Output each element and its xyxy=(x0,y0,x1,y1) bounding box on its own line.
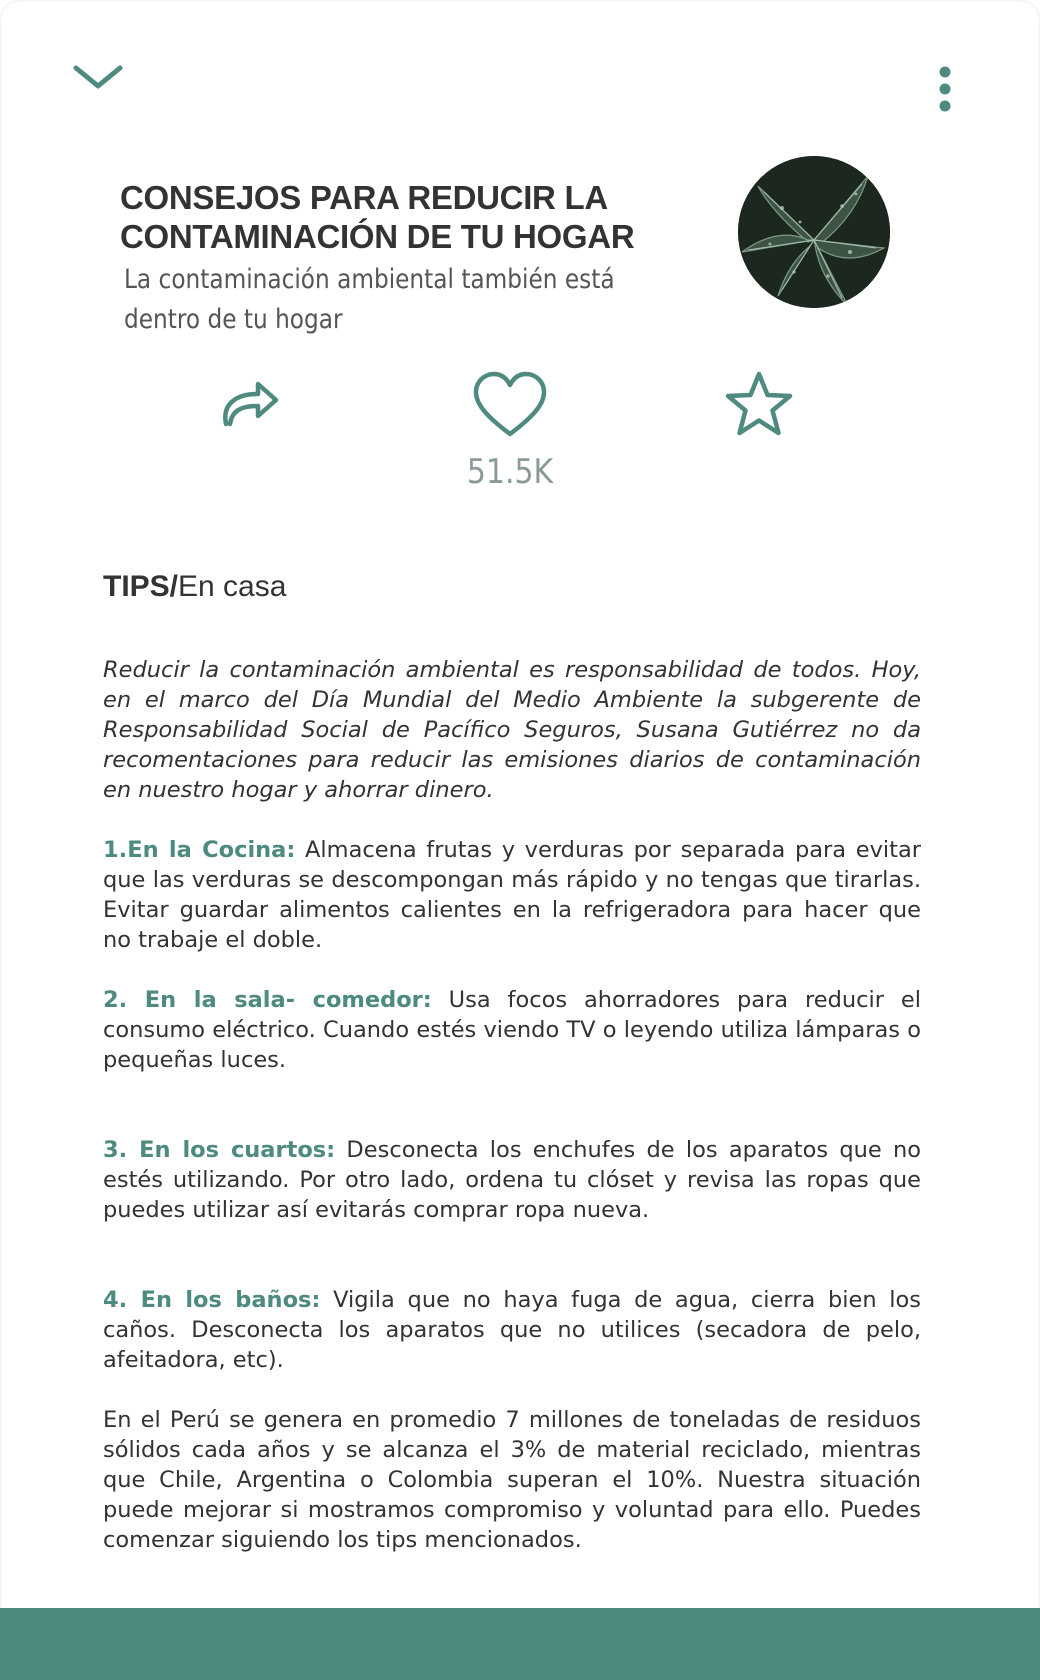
tip-paragraph: 4. En los baños: Vigila que no haya fuga… xyxy=(103,1285,921,1375)
likes-count: 51.5K xyxy=(466,452,554,492)
article-intro: Reducir la contaminación ambiental es re… xyxy=(103,657,921,803)
section-category: TIPS/ xyxy=(103,570,179,603)
tip-label: 2. En la sala- comedor: xyxy=(103,987,432,1013)
article-title: CONSEJOS PARA REDUCIR LA CONTAMINACIÓN D… xyxy=(120,178,680,256)
chevron-down-icon[interactable] xyxy=(70,58,126,98)
article-thumbnail xyxy=(738,156,890,308)
star-icon[interactable] xyxy=(724,370,794,438)
bottom-bar xyxy=(0,1608,1040,1680)
article-closing: En el Perú se genera en promedio 7 millo… xyxy=(103,1407,921,1553)
article-subtitle: La contaminación ambiental también está … xyxy=(124,264,615,335)
tip-paragraph: 2. En la sala- comedor: Usa focos ahorra… xyxy=(103,985,921,1075)
article-card: CONSEJOS PARA REDUCIR LA CONTAMINACIÓN D… xyxy=(0,0,1040,1680)
tip-paragraph: 1.En la Cocina: Almacena frutas y verdur… xyxy=(103,835,921,955)
title-line-1: CONSEJOS PARA REDUCIR LA xyxy=(120,179,608,216)
article-body: Reducir la contaminación ambiental es re… xyxy=(103,655,921,1555)
section-heading: TIPS/En casa xyxy=(103,570,286,604)
action-bar: 51.5K xyxy=(0,370,1040,510)
top-bar xyxy=(0,0,1040,150)
tip-label: 1.En la Cocina: xyxy=(103,837,296,863)
section-subcategory: En casa xyxy=(178,570,287,603)
more-vertical-icon[interactable] xyxy=(930,62,960,122)
tip-paragraph: 3. En los cuartos: Desconecta los enchuf… xyxy=(103,1135,921,1225)
share-icon[interactable] xyxy=(218,376,282,432)
article-header: CONSEJOS PARA REDUCIR LA CONTAMINACIÓN D… xyxy=(120,178,680,340)
tip-label: 4. En los baños: xyxy=(103,1287,321,1313)
title-line-2: CONTAMINACIÓN DE TU HOGAR xyxy=(120,218,635,255)
tip-label: 3. En los cuartos: xyxy=(103,1137,336,1163)
heart-icon[interactable] xyxy=(472,370,548,440)
